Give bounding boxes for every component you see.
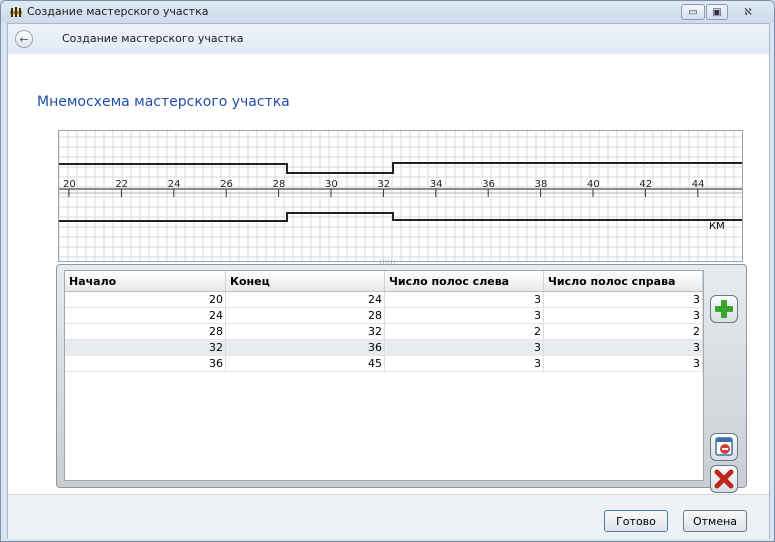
remove-row-icon (715, 437, 733, 456)
add-icon (715, 300, 733, 318)
done-button[interactable]: Готово (604, 510, 668, 532)
diagram-canvas: 20 22 24 26 28 30 32 34 36 38 40 42 44 КМ (59, 131, 742, 261)
window-title: Создание мастерского участка (27, 5, 209, 18)
segments-panel: Начало Конец Число полос слева Число пол… (56, 264, 747, 493)
segments-table: Начало Конец Число полос слева Число пол… (64, 270, 704, 481)
page-heading: Мнемосхема мастерского участка (37, 94, 290, 110)
cell-end[interactable]: 36 (225, 339, 385, 356)
table-row[interactable]: 24 28 3 3 (65, 307, 703, 324)
nav-bar: ← Создание мастерского участка (8, 24, 769, 54)
cell-left-lanes[interactable]: 3 (384, 307, 544, 324)
nav-title: Создание мастерского участка (62, 32, 244, 45)
cell-start[interactable]: 36 (65, 355, 226, 372)
wizard-content: ← Создание мастерского участка Мнемосхем… (7, 23, 770, 539)
remove-row-button[interactable] (710, 433, 738, 461)
cell-end[interactable]: 32 (225, 323, 385, 340)
axis-tick-label: 24 (168, 179, 181, 190)
maximize-icon: ▣ (712, 6, 722, 18)
cell-end[interactable]: 24 (225, 291, 385, 308)
cell-end[interactable]: 28 (225, 307, 385, 324)
app-icon (10, 7, 22, 17)
cell-end[interactable]: 45 (225, 355, 385, 372)
axis-tick-label: 20 (63, 179, 76, 190)
cell-left-lanes[interactable]: 3 (384, 339, 544, 356)
add-row-button[interactable] (710, 295, 738, 323)
footer-bar: Готово Отмена (8, 494, 769, 539)
cell-right-lanes[interactable]: 2 (543, 323, 703, 340)
cell-start[interactable]: 24 (65, 307, 226, 324)
cell-start[interactable]: 20 (65, 291, 226, 308)
main-window: Создание мастерского участка ▭ ▣ ℵ ← Соз… (0, 0, 775, 542)
axis-tick-label: 22 (115, 179, 128, 190)
axis-tick-label: 44 (692, 179, 705, 190)
close-button[interactable]: ℵ (735, 4, 761, 20)
cell-left-lanes[interactable]: 3 (384, 355, 544, 372)
axis-tick-label: 32 (377, 179, 390, 190)
axis-tick-label: 42 (639, 179, 652, 190)
axis-tick-label: 38 (535, 179, 548, 190)
table-header-row: Начало Конец Число полос слева Число пол… (65, 271, 703, 292)
delete-icon (714, 469, 734, 489)
axis-tick-label: 40 (587, 179, 600, 190)
table-row-selected[interactable]: 32 36 3 3 (65, 339, 703, 356)
table-row[interactable]: 28 32 2 2 (65, 323, 703, 340)
cell-right-lanes[interactable]: 3 (543, 307, 703, 324)
maximize-button[interactable]: ▣ (706, 4, 728, 20)
cell-right-lanes[interactable]: 3 (543, 355, 703, 372)
cell-left-lanes[interactable]: 3 (384, 291, 544, 308)
axis-tick-label: 36 (482, 179, 495, 190)
axis-tick-label: 34 (430, 179, 443, 190)
col-right-lanes-header[interactable]: Число полос справа (543, 271, 703, 292)
arrow-left-icon: ← (19, 32, 29, 46)
back-button[interactable]: ← (15, 30, 33, 48)
cell-right-lanes[interactable]: 3 (543, 291, 703, 308)
minimize-icon: ▭ (688, 6, 698, 18)
cell-right-lanes[interactable]: 3 (543, 339, 703, 356)
table-row[interactable]: 36 45 3 3 (65, 355, 703, 372)
title-bar: Создание мастерского участка ▭ ▣ ℵ (1, 1, 774, 23)
col-left-lanes-header[interactable]: Число полос слева (384, 271, 544, 292)
col-end-header[interactable]: Конец (225, 271, 385, 292)
delete-button[interactable] (710, 465, 738, 493)
col-start-header[interactable]: Начало (65, 271, 226, 292)
axis-tick-label: 26 (220, 179, 233, 190)
cell-start[interactable]: 32 (65, 339, 226, 356)
cancel-button[interactable]: Отмена (683, 510, 747, 532)
minimize-button[interactable]: ▭ (681, 4, 705, 20)
cell-left-lanes[interactable]: 2 (384, 323, 544, 340)
axis-tick-label: 28 (273, 179, 286, 190)
section-diagram: 20 22 24 26 28 30 32 34 36 38 40 42 44 КМ (58, 130, 743, 262)
unit-label: КМ (709, 221, 725, 232)
cell-start[interactable]: 28 (65, 323, 226, 340)
table-row[interactable]: 20 24 3 3 (65, 291, 703, 308)
close-icon: ℵ (744, 6, 752, 18)
axis-tick-label: 30 (325, 179, 338, 190)
